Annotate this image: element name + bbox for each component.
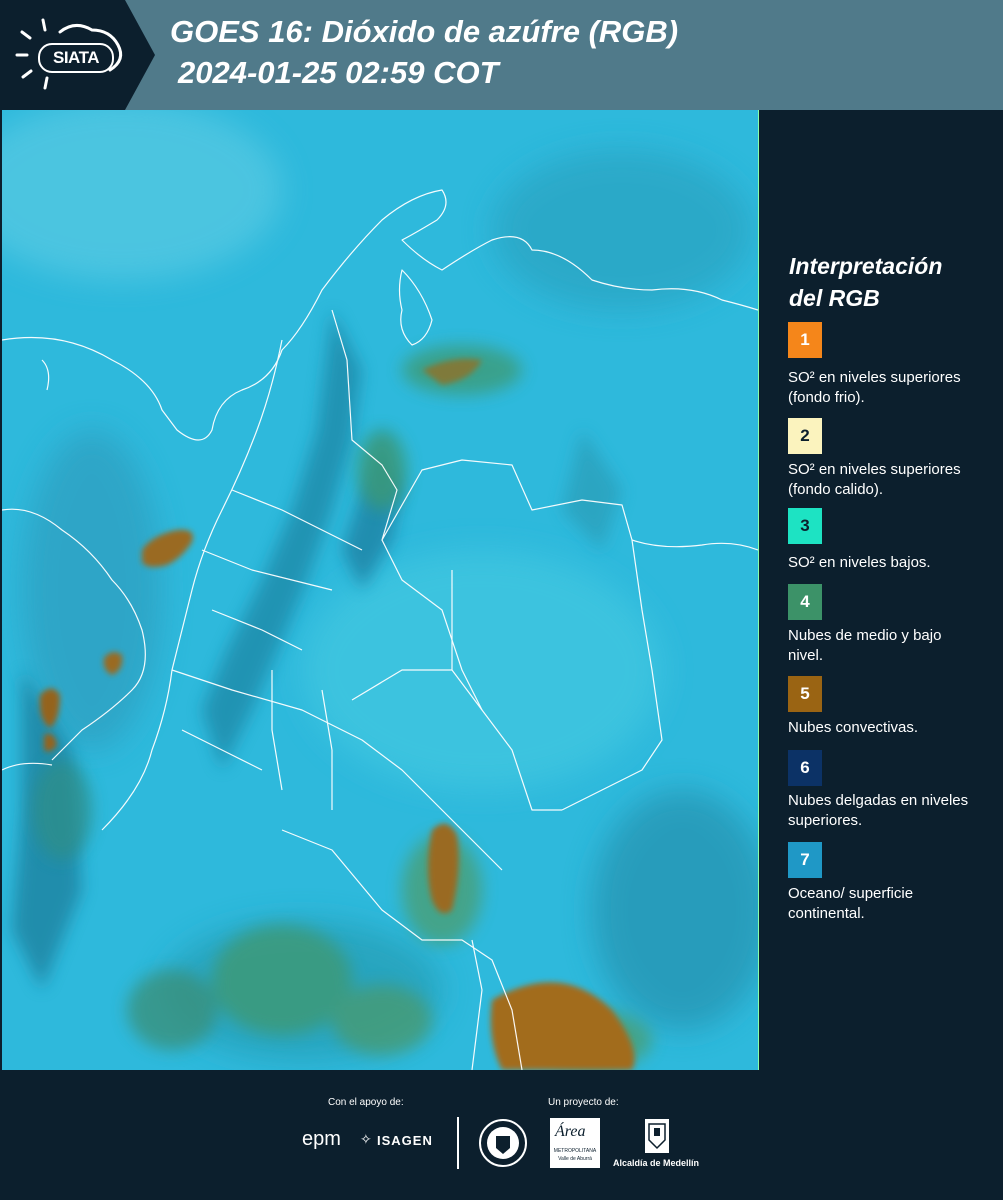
legend-panel: Interpretación del RGB 1 SO² en niveles … (762, 110, 1003, 1070)
legend-label-2: SO² en niveles superiores (fondo calido)… (788, 461, 961, 498)
footer-divider (457, 1117, 459, 1169)
page-timestamp: 2024-01-25 02:59 COT (178, 55, 499, 90)
support-label: Con el apoyo de: (328, 1097, 404, 1108)
area-logo-sub2: Valle de Aburrá (558, 1156, 592, 1162)
legend-label-4: Nubes de medio y bajo nivel. (788, 627, 942, 664)
isagen-logo: ISAGEN (377, 1133, 433, 1148)
area-logo-main: Área (555, 1123, 586, 1140)
area-metropolitana-logo: Área METROPOLITANA Valle de Aburrá (550, 1118, 600, 1168)
legend-swatch-6: 6 (788, 750, 822, 786)
legend-title-line1: Interpretación (789, 253, 943, 279)
page-title: GOES 16: Dióxido de azúfre (RGB) (170, 14, 679, 49)
legend-title-line2: del RGB (789, 285, 880, 311)
isagen-icon: ✧ (360, 1131, 372, 1147)
legend-label-3: SO² en niveles bajos. (788, 554, 931, 571)
legend-swatch-2: 2 (788, 418, 822, 454)
alcaldia-logo: Alcaldía de Medellín (613, 1158, 700, 1168)
legend-swatch-5: 5 (788, 676, 822, 712)
legend-swatch-4: 4 (788, 584, 822, 620)
legend-swatch-3: 3 (788, 508, 822, 544)
legend-label-7: Oceano/ superficie continental. (788, 885, 914, 922)
logo-text: SIATA (38, 43, 114, 73)
alcaldia-shield-icon (645, 1119, 669, 1153)
satellite-map (2, 110, 759, 1070)
legend-label-1: SO² en niveles superiores (fondo frio). (788, 369, 961, 406)
footer-bar: Con el apoyo de: Un proyecto de: epm ✧ I… (0, 1070, 1003, 1200)
map-image (2, 110, 758, 1070)
legend-label-6: Nubes delgadas en niveles superiores. (788, 792, 969, 829)
area-logo-sub: METROPOLITANA (553, 1148, 597, 1154)
project-label: Un proyecto de: (548, 1097, 619, 1108)
legend-swatch-1: 1 (788, 322, 822, 358)
siata-logo: SIATA (0, 0, 155, 110)
medellin-seal-icon (479, 1119, 527, 1167)
legend-swatch-7: 7 (788, 842, 822, 878)
legend-label-5: Nubes convectivas. (788, 719, 919, 736)
legend-title: Interpretación del RGB (789, 250, 942, 314)
epm-logo: epm (302, 1128, 341, 1150)
header-bar: SIATA GOES 16: Dióxido de azúfre (RGB) 2… (0, 0, 1003, 110)
